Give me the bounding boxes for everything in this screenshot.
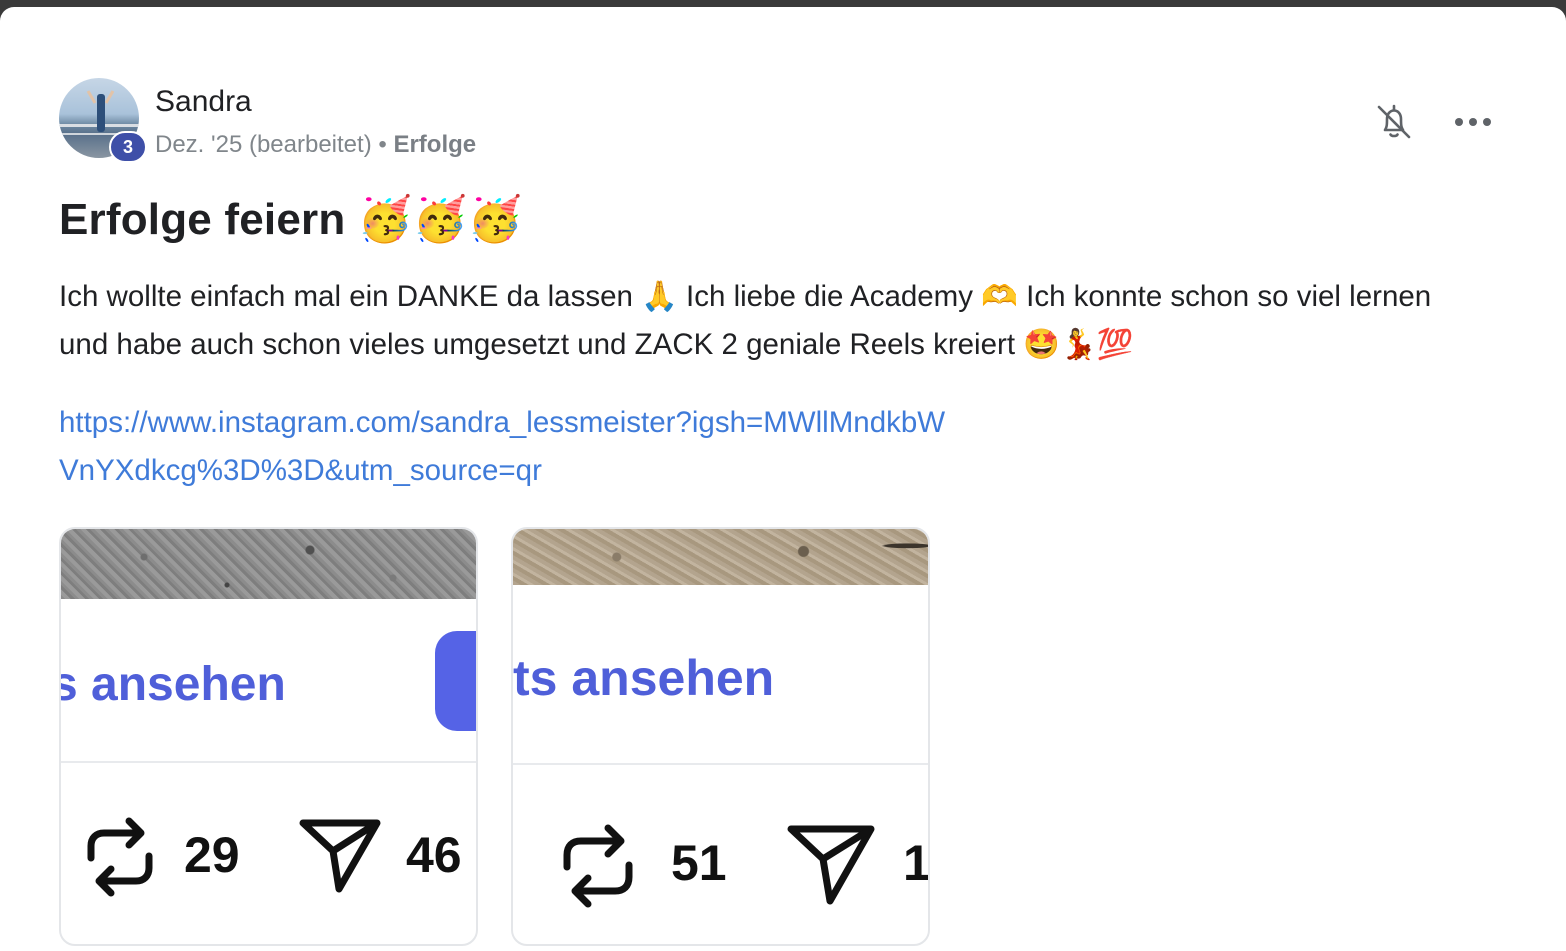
more-horizontal-icon [1455, 118, 1491, 126]
instagram-link[interactable]: https://www.instagram.com/sandra_lessmei… [59, 399, 959, 495]
more-options-button[interactable] [1450, 103, 1496, 141]
avatar-arm-right [104, 90, 115, 104]
post-card: 3 Sandra Dez. '25 (bearbeitet) • Erfolge… [0, 7, 1566, 951]
post-meta: Dez. '25 (bearbeitet) • Erfolge [155, 131, 476, 159]
post-category[interactable]: Erfolge [393, 131, 476, 158]
cta-text: s ansehen [61, 658, 286, 711]
cta-clip-1: s ansehen [61, 529, 476, 944]
avatar-person [97, 94, 105, 132]
post-title: Erfolge feiern 🥳🥳🥳 [59, 195, 523, 244]
bell-off-icon [1377, 104, 1411, 139]
level-badge: 3 [109, 131, 147, 163]
cta-text: ts ansehen [513, 650, 775, 706]
notifications-button[interactable] [1372, 100, 1416, 144]
author-name[interactable]: Sandra [155, 85, 252, 119]
post-timestamp: Dez. '25 (bearbeitet) [155, 131, 372, 158]
avatar-arm-left [86, 90, 97, 104]
cta-clip-2: ts ansehen [513, 529, 928, 944]
meta-separator: • [378, 131, 387, 158]
post-body: Ich wollte einfach mal ein DANKE da lass… [59, 280, 1432, 361]
